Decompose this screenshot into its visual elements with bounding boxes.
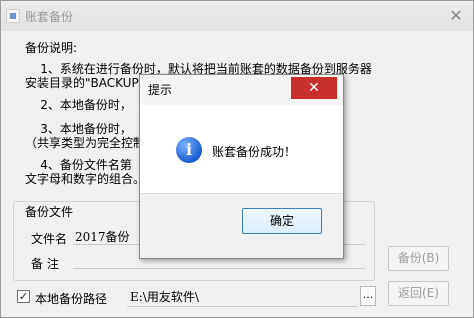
backup-button[interactable]: 备份(B) (388, 246, 449, 271)
window-title: 账套备份 (25, 10, 74, 24)
note-label: 备 注 (31, 257, 59, 271)
local-path-input[interactable]: E:\用友软件\ (127, 286, 359, 306)
intro-paragraph-2: 2、本地备份时， (25, 98, 132, 112)
app-icon (6, 9, 20, 23)
browse-button[interactable]: ... (360, 286, 376, 306)
path-underline (127, 306, 357, 307)
dialog-titlebar: 提示 ✕ (140, 75, 343, 105)
dialog-close-icon[interactable]: ✕ (291, 77, 337, 99)
group-legend: 备份文件 (23, 203, 76, 220)
close-icon[interactable]: ✕ (447, 7, 465, 25)
intro-heading: 备份说明: (25, 41, 78, 55)
filename-label: 文件名 (31, 232, 68, 246)
back-button[interactable]: 返回(E) (388, 281, 449, 306)
dialog-title: 提示 (148, 83, 173, 97)
note-underline (73, 268, 365, 269)
local-path-checkbox[interactable]: ✓ (17, 290, 30, 303)
titlebar: 账套备份 ✕ (1, 1, 473, 31)
backup-window: 账套备份 ✕ 备份说明: 1、系统在进行备份时，默认将把当前账套的数据备份到服务… (0, 0, 474, 318)
filename-input[interactable]: 2017备份 (75, 228, 130, 245)
ok-button[interactable]: 确定 (242, 208, 322, 234)
local-path-label: 本地备份路径 (35, 292, 108, 306)
prompt-dialog: 提示 ✕ i 账套备份成功！ 确定 (139, 74, 344, 259)
dialog-message: 账套备份成功！ (212, 145, 297, 159)
info-icon: i (176, 137, 202, 163)
